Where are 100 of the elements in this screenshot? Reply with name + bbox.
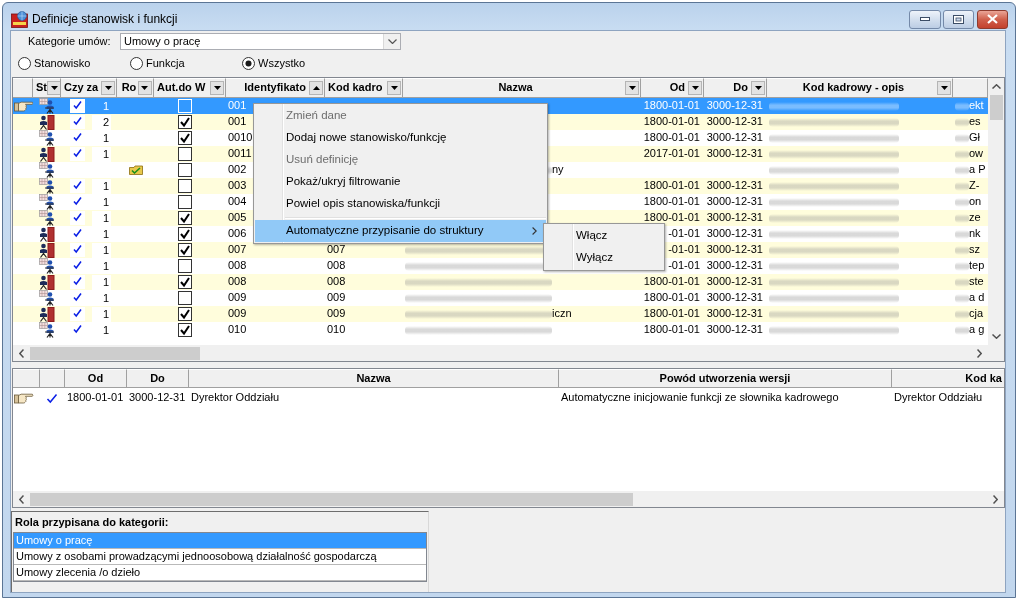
table-cell: 1 <box>92 306 111 322</box>
column-header[interactable]: Nazwa <box>498 81 533 95</box>
checkbox[interactable] <box>178 195 192 209</box>
column-header[interactable]: Kod ka <box>892 369 1004 387</box>
minimize-button[interactable] <box>909 9 941 29</box>
vertical-scrollbar[interactable] <box>988 78 1004 345</box>
checkbox[interactable] <box>178 179 192 193</box>
minimize-icon <box>920 17 930 21</box>
checkbox[interactable] <box>178 259 192 273</box>
filter-dropdown-button[interactable] <box>688 81 702 95</box>
column-header[interactable]: Identyfikato <box>244 81 306 95</box>
column-header[interactable]: Aut.do W <box>157 81 206 95</box>
table-cell: 1 <box>92 146 111 162</box>
caret-down-icon <box>104 86 112 90</box>
table-cell: 3000-12-31 <box>706 179 763 193</box>
table-cell: 008 <box>228 275 247 289</box>
person-at-grid-icon <box>39 290 55 306</box>
scrollbar-thumb[interactable] <box>989 95 1003 120</box>
menu-item[interactable]: Dodaj nowe stanowisko/funkcję <box>255 127 546 149</box>
maximize-button[interactable] <box>943 9 974 29</box>
filter-dropdown-button[interactable] <box>101 81 115 95</box>
table-cell: 3000-12-31 <box>706 227 763 241</box>
dropdown-button[interactable] <box>383 34 400 49</box>
table-cell: 3000-12-31 <box>706 323 763 337</box>
column-header[interactable]: St <box>36 81 47 95</box>
table-cell: 006 <box>228 227 247 241</box>
column-header[interactable]: Do <box>733 81 748 95</box>
column-header[interactable]: Do <box>127 369 189 387</box>
table-cell: 3000-12-31 <box>706 195 763 209</box>
menu-item[interactable]: Powiel opis stanowiska/funkcji <box>255 193 546 215</box>
filter-dropdown-button[interactable] <box>387 81 401 95</box>
column-header[interactable]: Od <box>65 369 127 387</box>
menu-item[interactable]: Pokaż/ukryj filtrowanie <box>255 171 546 193</box>
close-button[interactable] <box>977 9 1008 29</box>
filter-dropdown-button[interactable] <box>138 81 152 95</box>
horizontal-scrollbar[interactable] <box>13 345 988 361</box>
menu-item[interactable]: Włącz <box>545 225 663 247</box>
column-header[interactable]: Kod kadro <box>328 81 383 95</box>
scrollbar-thumb[interactable] <box>30 492 633 506</box>
checked-checkbox[interactable] <box>178 275 192 289</box>
checkbox[interactable] <box>178 147 192 161</box>
person-at-grid-icon <box>39 162 55 178</box>
chevron-right-icon <box>977 348 982 358</box>
list-item[interactable]: Umowy zlecenia /o dzieło <box>14 565 426 582</box>
column-header[interactable]: Powód utworzenia wersji <box>559 369 892 387</box>
table-cell: ste <box>969 275 984 289</box>
person-at-door-icon <box>39 146 55 162</box>
table-cell: ow <box>969 147 984 161</box>
filter-dropdown-button[interactable] <box>937 81 951 95</box>
filter-dropdown-button[interactable] <box>625 81 639 95</box>
menu-item[interactable]: Wyłącz <box>545 247 663 269</box>
role-listbox[interactable]: Umowy o pracę Umowy z osobami prowadzącymi jednoosobową działalność gospodarczą Umowy zlecenia /o dzieło <box>13 532 427 583</box>
column-header[interactable]: Od <box>669 81 685 95</box>
horizontal-scrollbar[interactable] <box>13 491 1004 507</box>
radio-button[interactable]: Stanowisko <box>18 56 91 71</box>
table-cell: 001 <box>228 99 247 113</box>
radio-button[interactable]: Wszystko <box>242 56 306 71</box>
column-header[interactable]: Czy za <box>64 81 99 95</box>
table-cell: es <box>969 115 981 129</box>
table-cell: 008 <box>228 259 247 273</box>
sort-button[interactable] <box>309 81 323 95</box>
table-cell: iczn <box>552 307 572 321</box>
table-cell: 008 <box>327 259 346 273</box>
checked-checkbox[interactable] <box>178 115 192 129</box>
column-header[interactable]: Nazwa <box>189 369 559 387</box>
caret-down-icon <box>691 86 699 90</box>
table-cell: 3000-12-31 <box>706 147 763 161</box>
table-cell: 002 <box>228 163 247 177</box>
checked-checkbox[interactable] <box>178 307 192 321</box>
table-cell: 1800-01-01 <box>643 115 700 129</box>
table-cell: 010 <box>327 323 346 337</box>
table-cell: 009 <box>228 291 247 305</box>
table-cell: 1800-01-01 <box>643 211 700 225</box>
checked-checkbox[interactable] <box>178 227 192 241</box>
table-cell: 001 <box>228 115 247 129</box>
close-icon <box>987 14 998 24</box>
column-header[interactable]: Ro <box>121 81 137 95</box>
checkbox[interactable] <box>178 291 192 305</box>
table-cell: 3000-12-31 <box>706 291 763 305</box>
checked-checkbox[interactable] <box>178 131 192 145</box>
category-combobox[interactable]: Umowy o pracę <box>120 33 401 50</box>
table-cell: 005 <box>228 211 247 225</box>
table-cell: 1 <box>92 178 111 194</box>
checkbox[interactable] <box>178 163 192 177</box>
column-header[interactable]: Kod kadrowy - opis <box>802 81 905 95</box>
radio-button[interactable]: Funkcja <box>130 56 185 71</box>
list-item[interactable]: Umowy z osobami prowadzącymi jednoosobową działalność gospodarczą <box>14 549 426 566</box>
filter-dropdown-button[interactable] <box>751 81 765 95</box>
scrollbar-thumb[interactable] <box>30 346 200 360</box>
checked-checkbox[interactable] <box>178 211 192 225</box>
person-at-grid-icon <box>39 178 55 194</box>
filter-dropdown-button[interactable] <box>210 81 224 95</box>
checked-checkbox[interactable] <box>178 243 192 257</box>
person-at-door-icon <box>39 242 55 258</box>
table-cell: 2017-01-01 <box>643 147 700 161</box>
caret-down-icon <box>390 86 398 90</box>
menu-item[interactable]: Automatyczne przypisanie do struktury <box>255 220 546 242</box>
filter-dropdown-button[interactable] <box>47 81 60 95</box>
checked-checkbox[interactable] <box>178 323 192 337</box>
person-at-door-icon <box>39 306 55 322</box>
